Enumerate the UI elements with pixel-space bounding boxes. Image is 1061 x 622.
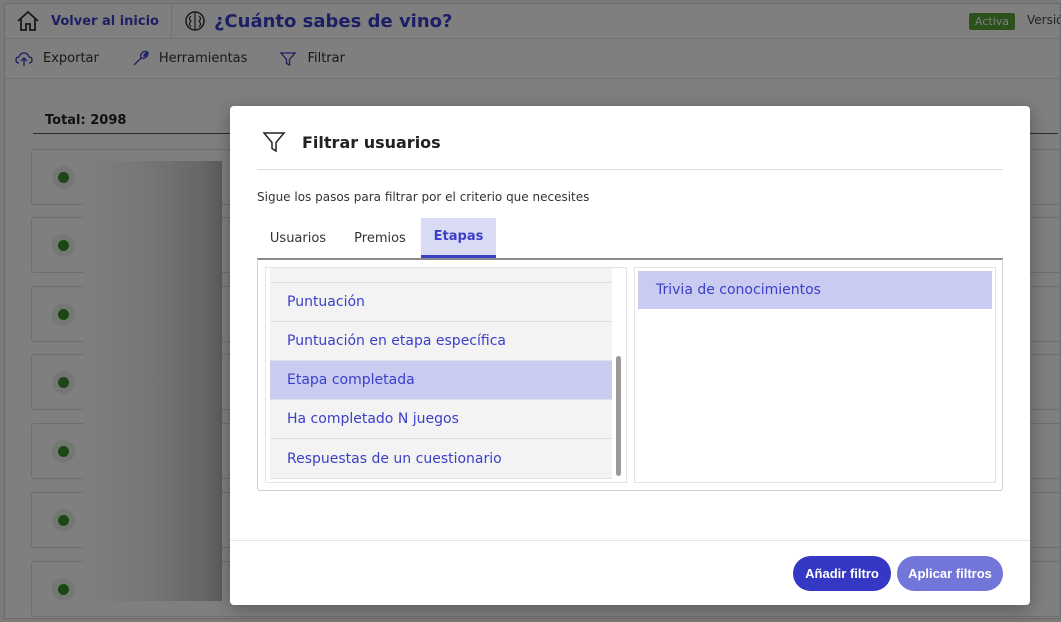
list-item[interactable]: Puntuación en etapa específica (270, 322, 612, 361)
list-scrollbar[interactable] (616, 356, 621, 476)
dialog-title: Filtrar usuarios (302, 133, 441, 152)
apply-filters-button[interactable]: Aplicar filtros (897, 556, 1003, 591)
list-item[interactable]: Respuestas de un cuestionario (270, 439, 612, 479)
stage-item-selected[interactable]: Trivia de conocimientos (638, 271, 992, 309)
filter-users-dialog: Filtrar usuarios Sigue los pasos para fi… (230, 106, 1030, 605)
list-item-selected[interactable]: Etapa completada (270, 361, 612, 400)
filter-panel: Puntuación Puntuación en etapa específic… (257, 258, 1003, 491)
dialog-subtitle: Sigue los pasos para filtrar por el crit… (257, 190, 590, 204)
list-item[interactable]: Puntuación (270, 283, 612, 322)
dialog-footer-divider (230, 540, 1030, 541)
filter-icon (262, 132, 286, 153)
dialog-header: Filtrar usuarios (257, 130, 1003, 170)
tab-usuarios[interactable]: Usuarios (257, 218, 339, 258)
tab-etapas[interactable]: Etapas (421, 218, 496, 258)
list-item[interactable]: Ha completado N juegos (270, 400, 612, 439)
tab-premios[interactable]: Premios (339, 218, 421, 258)
add-filter-button[interactable]: Añadir filtro (793, 556, 891, 591)
criteria-list[interactable]: Puntuación Puntuación en etapa específic… (265, 267, 627, 483)
stage-list[interactable]: Trivia de conocimientos (634, 267, 996, 483)
list-item-partial[interactable] (270, 268, 612, 283)
filter-tabs: Usuarios Premios Etapas (257, 218, 1003, 258)
